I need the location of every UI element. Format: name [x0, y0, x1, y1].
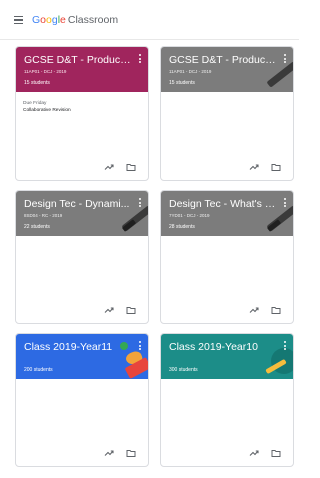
classroom-home: Google Classroom GCSE D&T - Product ... 1…	[0, 0, 299, 478]
card-actions	[104, 448, 140, 458]
folder-icon[interactable]	[126, 448, 136, 458]
student-count: 15 students	[24, 80, 50, 86]
folder-icon[interactable]	[126, 162, 136, 172]
card-actions	[249, 448, 285, 458]
class-section: 7YD01 - DCJ - 2019	[169, 213, 210, 218]
logo-letter: G	[32, 14, 41, 26]
class-title[interactable]: GCSE D&T - Product ...	[24, 54, 132, 67]
class-card[interactable]: GCSE D&T - Product ... 11AP01 - DCJ - 20…	[160, 46, 294, 181]
more-vert-icon[interactable]	[282, 54, 288, 66]
class-card-header[interactable]: GCSE D&T - Product ... 11AP01 - DCJ - 20…	[16, 47, 148, 92]
more-vert-icon[interactable]	[137, 198, 143, 210]
student-count: 22 students	[24, 224, 50, 230]
product-name: Classroom	[67, 14, 119, 26]
folder-icon[interactable]	[126, 305, 136, 315]
due-label: Due Friday	[23, 101, 47, 106]
more-vert-icon[interactable]	[282, 198, 288, 210]
class-card-header[interactable]: Design Tec - Dynami... 8SD04 - RC - 2019…	[16, 191, 148, 236]
banner-illustration	[121, 219, 137, 232]
menu-icon[interactable]	[14, 16, 23, 24]
class-card[interactable]: Class 2019-Year10 300 students	[160, 333, 294, 467]
class-title[interactable]: Class 2019-Year10	[169, 341, 277, 354]
due-assignment-link[interactable]: Collaborative Revision	[23, 108, 71, 114]
google-classroom-logo[interactable]: Google Classroom	[32, 13, 118, 27]
class-card[interactable]: Class 2019-Year11 200 students	[15, 333, 149, 467]
class-title[interactable]: Design Tec - Dynami...	[24, 198, 132, 211]
trending-up-icon[interactable]	[249, 162, 259, 172]
folder-icon[interactable]	[271, 162, 281, 172]
student-count: 28 students	[169, 224, 195, 230]
trending-up-icon[interactable]	[104, 305, 114, 315]
card-actions	[249, 162, 285, 172]
class-card-header[interactable]: Design Tec - What's it... 7YD01 - DCJ - …	[161, 191, 293, 236]
card-actions	[249, 305, 285, 315]
more-vert-icon[interactable]	[137, 54, 143, 66]
class-card-header[interactable]: Class 2019-Year10 300 students	[161, 334, 293, 379]
class-section: 8SD04 - RC - 2019	[24, 213, 63, 218]
more-vert-icon[interactable]	[137, 341, 143, 353]
trending-up-icon[interactable]	[249, 305, 259, 315]
student-count: 200 students	[24, 367, 53, 373]
folder-icon[interactable]	[271, 305, 281, 315]
banner-illustration	[266, 219, 282, 232]
student-count: 300 students	[169, 367, 198, 373]
top-app-bar: Google Classroom	[0, 0, 299, 40]
more-vert-icon[interactable]	[282, 341, 288, 353]
card-actions	[104, 305, 140, 315]
class-section: 11AP01 - DCJ - 2019	[169, 69, 212, 74]
student-count: 15 students	[169, 80, 195, 86]
logo-letter: e	[60, 14, 66, 26]
class-title[interactable]: Class 2019-Year11	[24, 341, 132, 354]
class-section: 11AP01 - DCJ - 2019	[24, 69, 67, 74]
trending-up-icon[interactable]	[104, 448, 114, 458]
class-title[interactable]: Design Tec - What's it...	[169, 198, 277, 211]
class-card[interactable]: Design Tec - What's it... 7YD01 - DCJ - …	[160, 190, 294, 324]
card-actions	[104, 162, 140, 172]
class-card[interactable]: GCSE D&T - Product ... 11AP01 - DCJ - 20…	[15, 46, 149, 181]
class-card[interactable]: Design Tec - Dynami... 8SD04 - RC - 2019…	[15, 190, 149, 324]
class-card-header[interactable]: GCSE D&T - Product ... 11AP01 - DCJ - 20…	[161, 47, 293, 92]
folder-icon[interactable]	[271, 448, 281, 458]
class-title[interactable]: GCSE D&T - Product ...	[169, 54, 277, 67]
class-card-header[interactable]: Class 2019-Year11 200 students	[16, 334, 148, 379]
trending-up-icon[interactable]	[249, 448, 259, 458]
trending-up-icon[interactable]	[104, 162, 114, 172]
